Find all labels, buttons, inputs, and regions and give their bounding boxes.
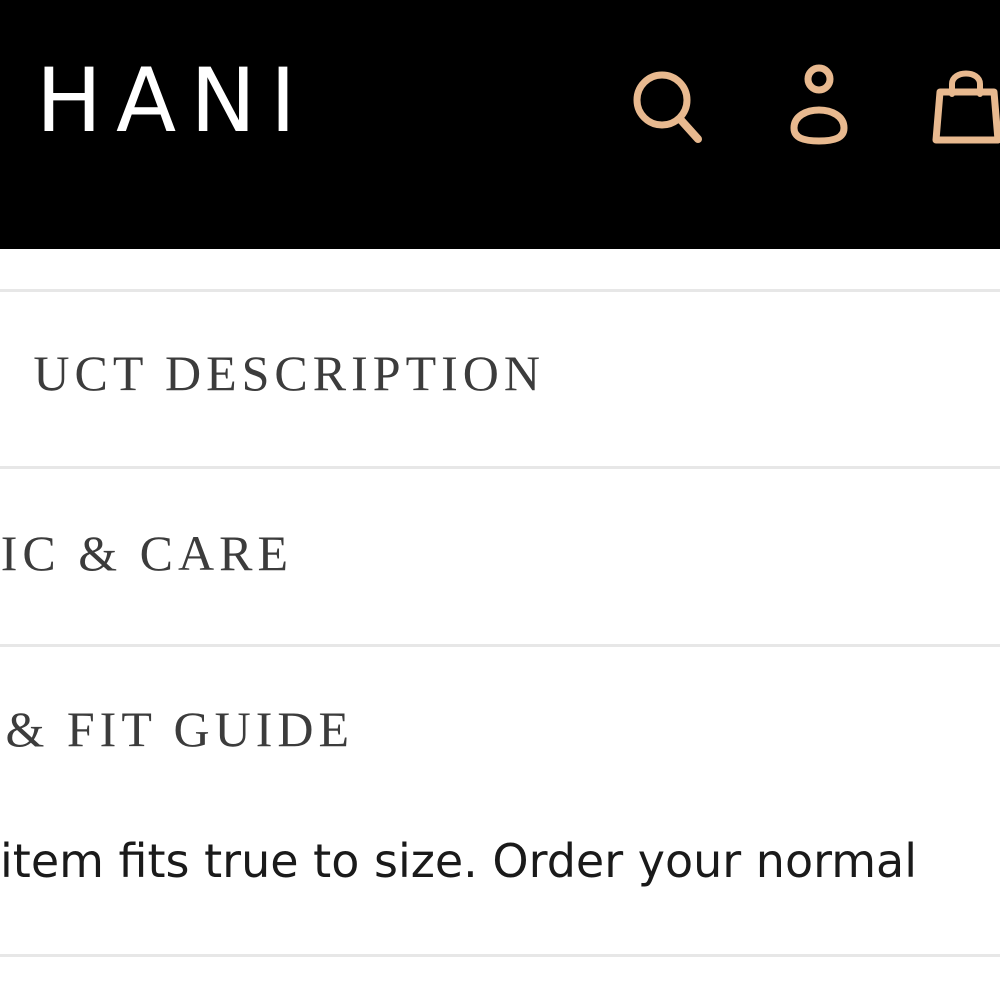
divider — [0, 954, 1000, 957]
accordion-item-description[interactable]: UCT DESCRIPTION — [0, 345, 1000, 405]
accordion-item-fabric-care[interactable]: IC & CARE — [0, 525, 1000, 585]
divider — [0, 644, 1000, 647]
accordion-label: UCT DESCRIPTION — [33, 345, 545, 401]
account-icon[interactable] — [784, 62, 854, 152]
accordion-item-size-fit[interactable]: & FIT GUIDE — [0, 701, 1000, 761]
accordion-label: & FIT GUIDE — [5, 701, 354, 757]
size-fit-text: item fits true to size. Order your norma… — [0, 834, 917, 888]
accordion-label: IC & CARE — [0, 525, 293, 581]
site-header: HANI — [0, 0, 1000, 249]
divider — [0, 466, 1000, 469]
cart-icon[interactable] — [932, 62, 1000, 152]
brand-logo[interactable]: HANI — [36, 56, 310, 146]
divider — [0, 289, 1000, 292]
search-icon[interactable] — [628, 62, 708, 152]
